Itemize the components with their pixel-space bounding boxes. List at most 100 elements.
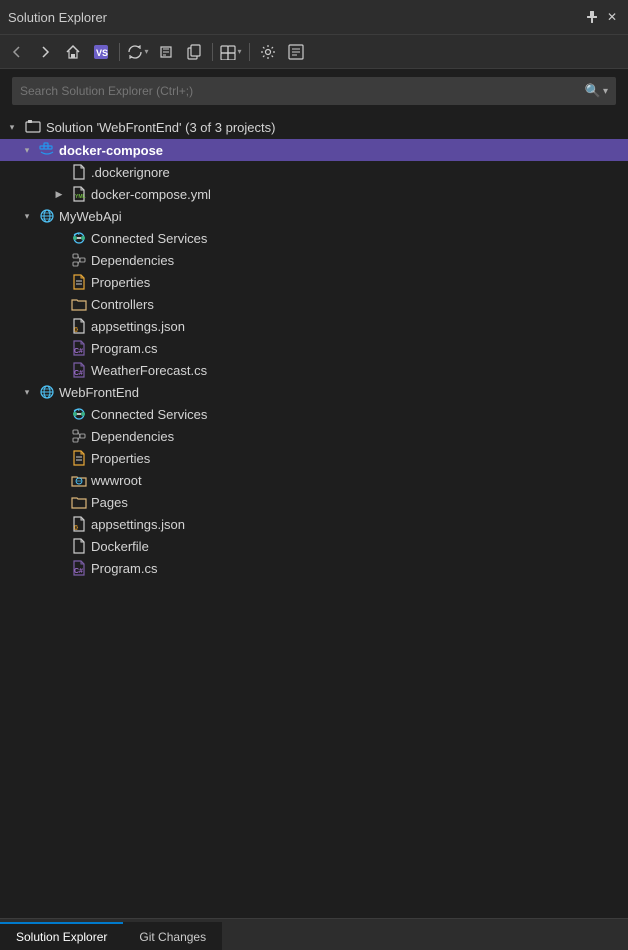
forward-button[interactable] [32,39,58,65]
expand-arrow-MyWebApi[interactable]: ▾ [19,208,35,224]
svg-text:{}: {} [74,525,78,531]
back-button[interactable] [4,39,30,65]
icon-mywebapi-controllers [70,295,88,313]
tree-item-mywebapi-controllers[interactable]: Controllers [0,293,628,315]
tree-item-mywebapi-dependencies[interactable]: Dependencies [0,249,628,271]
label-webfrontend-appsettings: appsettings.json [91,517,185,532]
label-webfrontend-wwwroot: wwwroot [91,473,142,488]
icon-webfrontend-appsettings: {} [70,515,88,533]
solution-label: Solution 'WebFrontEnd' (3 of 3 projects) [46,120,275,135]
settings-button[interactable] [255,39,281,65]
refresh-button[interactable] [153,39,179,65]
label-mywebapi-appsettings: appsettings.json [91,319,185,334]
tree-item-mywebapi-weatherforecast[interactable]: C# WeatherForecast.cs [0,359,628,381]
tree-item-dockerignore[interactable]: .dockerignore [0,161,628,183]
tree-item-mywebapi-connectedservices[interactable]: Connected Services [0,227,628,249]
icon-webfrontend-dependencies [70,427,88,445]
tree-items: ▾ docker-compose .dockerignore ▶ YML docker-c… [0,139,628,579]
home-button[interactable] [60,39,86,65]
vs-icon[interactable]: VS [88,39,114,65]
label-mywebapi-connectedservices: Connected Services [91,231,207,246]
icon-webfrontend-pages [70,493,88,511]
tree-item-webfrontend-dockerfile[interactable]: Dockerfile [0,535,628,557]
icon-mywebapi-weatherforecast: C# [70,361,88,379]
sync-dropdown-button[interactable]: ▾ [125,39,151,65]
icon-webfrontend-wwwroot [70,471,88,489]
title-bar-icons: ✕ [584,9,620,25]
expand-arrow-docker-compose-yml[interactable]: ▶ [51,186,67,202]
tree-item-mywebapi-properties[interactable]: Properties [0,271,628,293]
svg-text:C#: C# [74,348,83,355]
label-mywebapi-properties: Properties [91,275,150,290]
icon-mywebapi-program: C# [70,339,88,357]
tree-item-webfrontend-pages[interactable]: Pages [0,491,628,513]
expand-arrow-WebFrontEnd[interactable]: ▾ [19,384,35,400]
switch-view-dropdown[interactable]: ▾ [218,39,244,65]
tree-item-webfrontend-appsettings[interactable]: {} appsettings.json [0,513,628,535]
tab-solution-explorer[interactable]: Solution Explorer [0,922,123,950]
solution-icon [24,118,42,136]
label-docker-compose: docker-compose [59,143,163,158]
label-webfrontend-dependencies: Dependencies [91,429,174,444]
label-webfrontend-dockerfile: Dockerfile [91,539,149,554]
solution-row[interactable]: ▾ Solution 'WebFrontEnd' (3 of 3 project… [0,115,628,139]
tree-item-WebFrontEnd[interactable]: ▾WebFrontEnd [0,381,628,403]
label-webfrontend-program: Program.cs [91,561,157,576]
svg-text:C#: C# [74,370,83,377]
icon-dockerignore [70,163,88,181]
search-dropdown[interactable]: ▾ [603,86,608,97]
label-docker-compose-yml: docker-compose.yml [91,187,211,202]
bottom-tabs: Solution Explorer Git Changes [0,918,628,950]
search-bar[interactable]: 🔍 ▾ [12,77,616,105]
label-webfrontend-properties: Properties [91,451,150,466]
icon-docker-compose [38,141,56,159]
icon-mywebapi-connectedservices [70,229,88,247]
copy-button[interactable] [181,39,207,65]
label-mywebapi-controllers: Controllers [91,297,154,312]
icon-webfrontend-program: C# [70,559,88,577]
properties-view-button[interactable] [283,39,309,65]
icon-webfrontend-properties [70,449,88,467]
label-mywebapi-weatherforecast: WeatherForecast.cs [91,363,207,378]
tree-item-docker-compose[interactable]: ▾ docker-compose [0,139,628,161]
tree-item-webfrontend-properties[interactable]: Properties [0,447,628,469]
label-webfrontend-connectedservices: Connected Services [91,407,207,422]
separator-1 [119,43,120,61]
svg-text:YML: YML [75,194,86,200]
icon-webfrontend-dockerfile [70,537,88,555]
tree-item-webfrontend-program[interactable]: C# Program.cs [0,557,628,579]
label-mywebapi-program: Program.cs [91,341,157,356]
icon-mywebapi-appsettings: {} [70,317,88,335]
tree-item-mywebapi-program[interactable]: C# Program.cs [0,337,628,359]
close-icon[interactable]: ✕ [604,9,620,25]
search-container: 🔍 ▾ [0,69,628,113]
sync-dropdown-arrow: ▾ [144,47,148,56]
tree-item-mywebapi-appsettings[interactable]: {} appsettings.json [0,315,628,337]
tree-item-webfrontend-wwwroot[interactable]: wwwroot [0,469,628,491]
svg-text:VS: VS [96,48,108,58]
icon-mywebapi-properties [70,273,88,291]
icon-MyWebApi [38,207,56,225]
pin-icon[interactable] [584,9,600,25]
svg-text:{}: {} [74,327,78,333]
solution-expand-arrow[interactable]: ▾ [4,119,20,135]
label-mywebapi-dependencies: Dependencies [91,253,174,268]
separator-3 [249,43,250,61]
tab-git-changes[interactable]: Git Changes [123,922,222,950]
search-input[interactable] [20,84,585,98]
search-icon[interactable]: 🔍 [585,83,601,99]
icon-mywebapi-dependencies [70,251,88,269]
icon-WebFrontEnd [38,383,56,401]
tree-item-webfrontend-dependencies[interactable]: Dependencies [0,425,628,447]
expand-arrow-docker-compose[interactable]: ▾ [19,142,35,158]
tree-item-webfrontend-connectedservices[interactable]: Connected Services [0,403,628,425]
tree-container: ▾ Solution 'WebFrontEnd' (3 of 3 project… [0,113,628,926]
title-bar-text: Solution Explorer [8,10,576,25]
title-bar: Solution Explorer ✕ [0,0,628,35]
label-MyWebApi: MyWebApi [59,209,122,224]
icon-docker-compose-yml: YML [70,185,88,203]
separator-2 [212,43,213,61]
svg-text:C#: C# [74,568,83,575]
tree-item-docker-compose-yml[interactable]: ▶ YML docker-compose.yml [0,183,628,205]
tree-item-MyWebApi[interactable]: ▾ MyWebApi [0,205,628,227]
